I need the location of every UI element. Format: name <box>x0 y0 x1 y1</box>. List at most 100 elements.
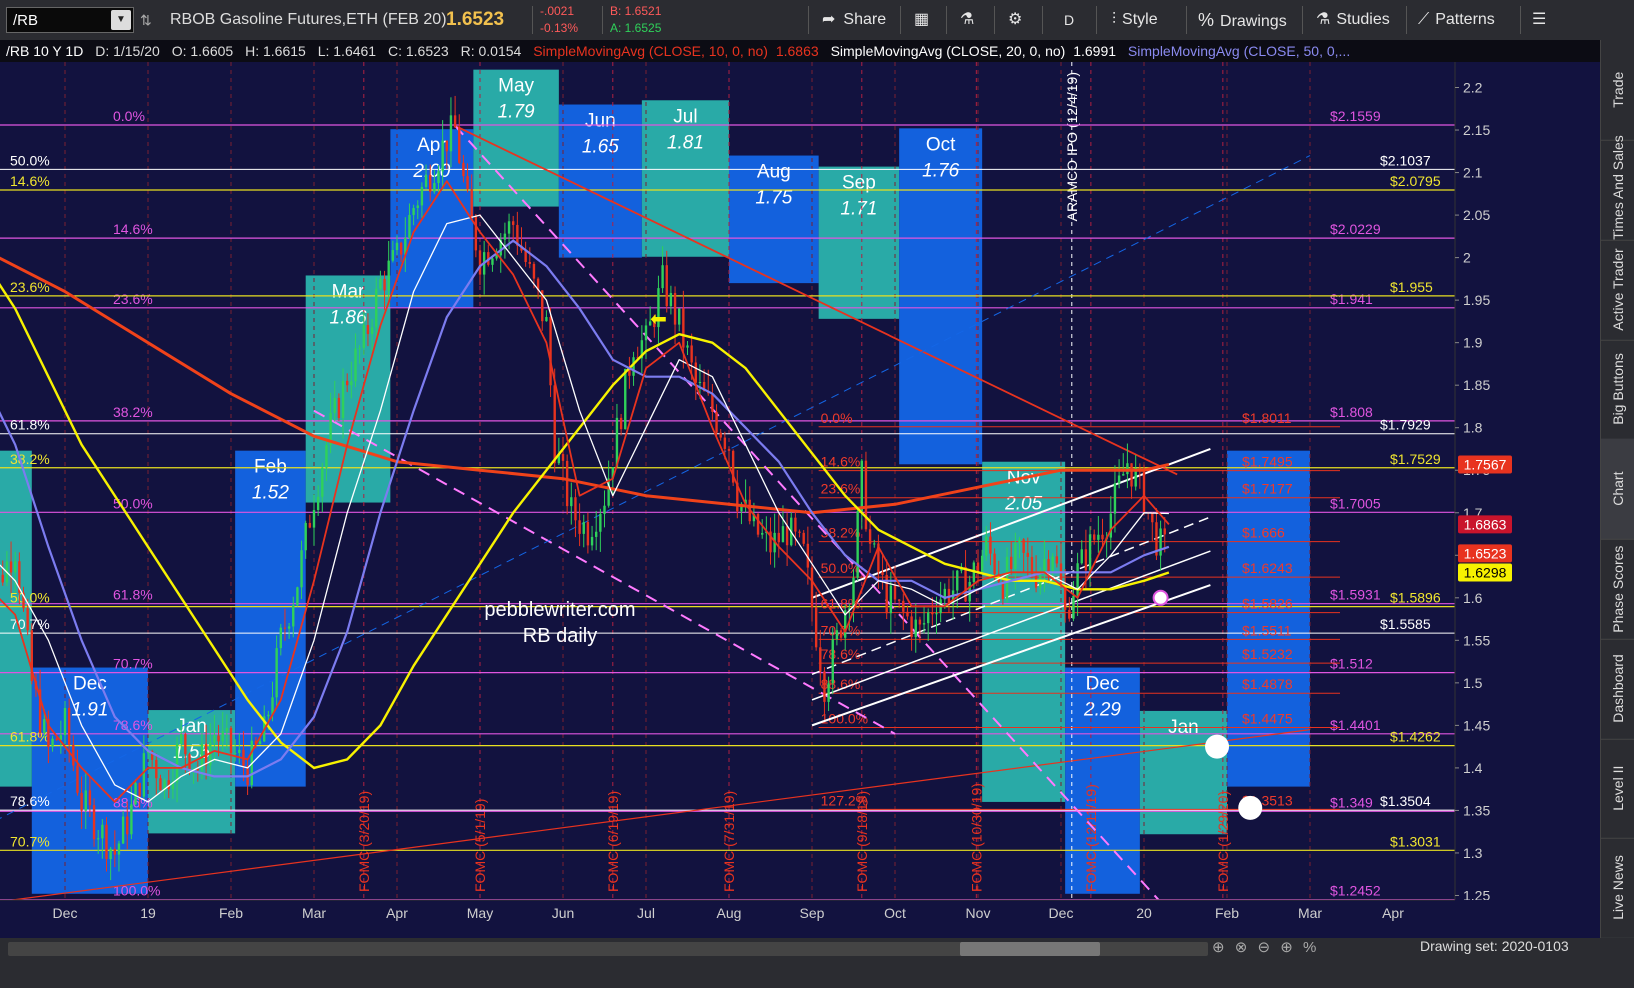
marker-circle <box>1152 589 1169 606</box>
candle-body <box>113 848 116 855</box>
panel-tab-big-buttons[interactable]: Big Buttons <box>1601 339 1634 441</box>
percent-scale-icon[interactable]: % <box>1303 939 1316 956</box>
chart-setup-icon[interactable]: ▦ <box>914 0 929 40</box>
chevron-down-icon[interactable]: ▼ <box>111 10 131 30</box>
patterns-button[interactable]: ⟋ Patterns <box>1418 0 1495 40</box>
panel-tab-trade[interactable]: Trade <box>1601 40 1634 141</box>
price-tick-label: 1.9 <box>1463 335 1483 351</box>
panel-tab-dashboard[interactable]: Dashboard <box>1601 638 1634 740</box>
candle-body <box>723 437 727 449</box>
candle-body <box>835 630 839 640</box>
chart-title: /RB 10 Y 1D <box>6 43 84 59</box>
candle-body <box>1 574 4 583</box>
menu-icon[interactable]: ☰ <box>1532 0 1546 40</box>
sma10-value: 1.6863 <box>775 43 819 59</box>
candle-body <box>109 848 112 860</box>
fib-level-price: $1.512 <box>1330 656 1373 672</box>
price-tick-label: 2.05 <box>1463 207 1490 223</box>
panel-tab-chart[interactable]: Chart <box>1601 439 1634 540</box>
annotation-line-2: RB daily <box>523 625 597 647</box>
scrollbar-thumb[interactable] <box>960 942 1100 956</box>
candle-body <box>1101 534 1104 540</box>
zoom-out-icon[interactable]: ⊖ <box>1258 939 1271 956</box>
candle-body <box>26 608 29 631</box>
candle-body <box>669 293 673 307</box>
panel-tab-live-news[interactable]: Live News <box>1601 838 1634 939</box>
candle-body <box>391 250 395 261</box>
candle-body <box>985 536 988 556</box>
event-label: FOMC (3/20/19) <box>356 791 372 892</box>
candle-body <box>1022 539 1025 553</box>
candle-body <box>175 743 179 783</box>
time-tick-label: Jun <box>552 905 575 921</box>
zoom-in-icon[interactable]: ⊕ <box>1212 939 1225 956</box>
candle-body <box>321 467 324 497</box>
candle-body <box>1030 556 1034 574</box>
candle-body <box>595 531 598 537</box>
candle-body <box>1113 483 1117 514</box>
share-button[interactable]: ➦ Share <box>822 0 886 40</box>
price-tick-label: 1.85 <box>1463 377 1490 393</box>
price-chart[interactable]: Jan 1.55 Feb 1.52 Mar 1.86 Apr 2.00 May 1.79 Jun 1.… <box>0 62 1600 938</box>
candle-body <box>366 324 370 335</box>
candle-body <box>1055 556 1059 564</box>
month-box-value: 2.05 <box>1004 494 1042 515</box>
chart-svg[interactable]: Jan1.55Feb1.52Mar1.86Apr2.00May1.79 Jun1.… <box>0 62 1600 938</box>
candle-body <box>55 738 58 741</box>
candle-body <box>1117 475 1121 484</box>
style-button[interactable]: ⫶ Style <box>1112 0 1158 40</box>
candle-body <box>80 792 83 811</box>
month-box-value: 2.00 <box>412 161 450 182</box>
gear-icon[interactable]: ⚙ <box>1008 0 1022 40</box>
candle-body <box>761 533 764 535</box>
fib-level-pct: 61.8% <box>113 587 153 603</box>
zoom-controls[interactable]: ⊕ ⊗ ⊖ ⊕ % <box>1212 938 1316 956</box>
drawings-button[interactable]: % Drawings <box>1198 0 1287 40</box>
timeframe-button[interactable]: D <box>1064 0 1074 40</box>
price-tick-label: 1.95 <box>1463 292 1490 308</box>
candle-body <box>287 626 291 629</box>
event-label: FOMC (5/1/19) <box>472 799 488 892</box>
candle-body <box>690 345 693 363</box>
candle-body <box>412 208 415 215</box>
studies-button[interactable]: ⚗ Studies <box>1316 0 1390 40</box>
time-tick-label: Dec <box>53 905 78 921</box>
month-box-value: 2.29 <box>1083 700 1121 721</box>
candle-body <box>910 616 913 638</box>
candle-body <box>308 522 312 528</box>
candle-body <box>229 727 233 754</box>
candle-body <box>1068 609 1071 619</box>
panel-tab-active-trader[interactable]: Active Trader <box>1601 239 1634 341</box>
flask-icon[interactable]: ⚗ <box>960 0 974 40</box>
candle-body <box>586 522 590 546</box>
candle-body <box>399 242 403 255</box>
candle-body <box>893 585 897 600</box>
candle-body <box>1151 512 1154 523</box>
fib-level-pct: 14.6% <box>113 221 153 237</box>
zoom-reset-icon[interactable]: ⊗ <box>1235 939 1248 956</box>
candle-body <box>221 731 224 742</box>
time-tick-label: Mar <box>1298 905 1322 921</box>
candle-body <box>292 605 295 627</box>
fib-level-price: $2.0229 <box>1330 221 1381 237</box>
candle-body <box>935 613 938 615</box>
panel-tab-times-and-sales[interactable]: Times And Sales <box>1601 135 1634 241</box>
panel-tab-level-ii[interactable]: Level II <box>1601 738 1634 840</box>
link-icon[interactable]: ⇅ <box>140 0 152 40</box>
patterns-label: Patterns <box>1435 11 1495 28</box>
percent-change: -0.13% <box>540 21 579 35</box>
symbol-input[interactable]: /RB ▼ <box>6 7 134 33</box>
candle-body <box>159 778 162 791</box>
red-fib-price: $1.7495 <box>1242 454 1293 470</box>
candle-body <box>279 627 282 649</box>
panel-tab-phase-scores[interactable]: Phase Scores <box>1601 538 1634 640</box>
candle-body <box>719 432 722 438</box>
share-label: Share <box>843 11 887 28</box>
time-tick-label: Aug <box>717 905 742 921</box>
candle-body <box>922 623 926 625</box>
candle-body <box>1080 549 1083 564</box>
candle-body <box>798 531 801 533</box>
crosshair-icon[interactable]: ⊕ <box>1280 939 1293 956</box>
bar-open: O: 1.6605 <box>171 43 234 59</box>
candle-body <box>1005 556 1009 599</box>
